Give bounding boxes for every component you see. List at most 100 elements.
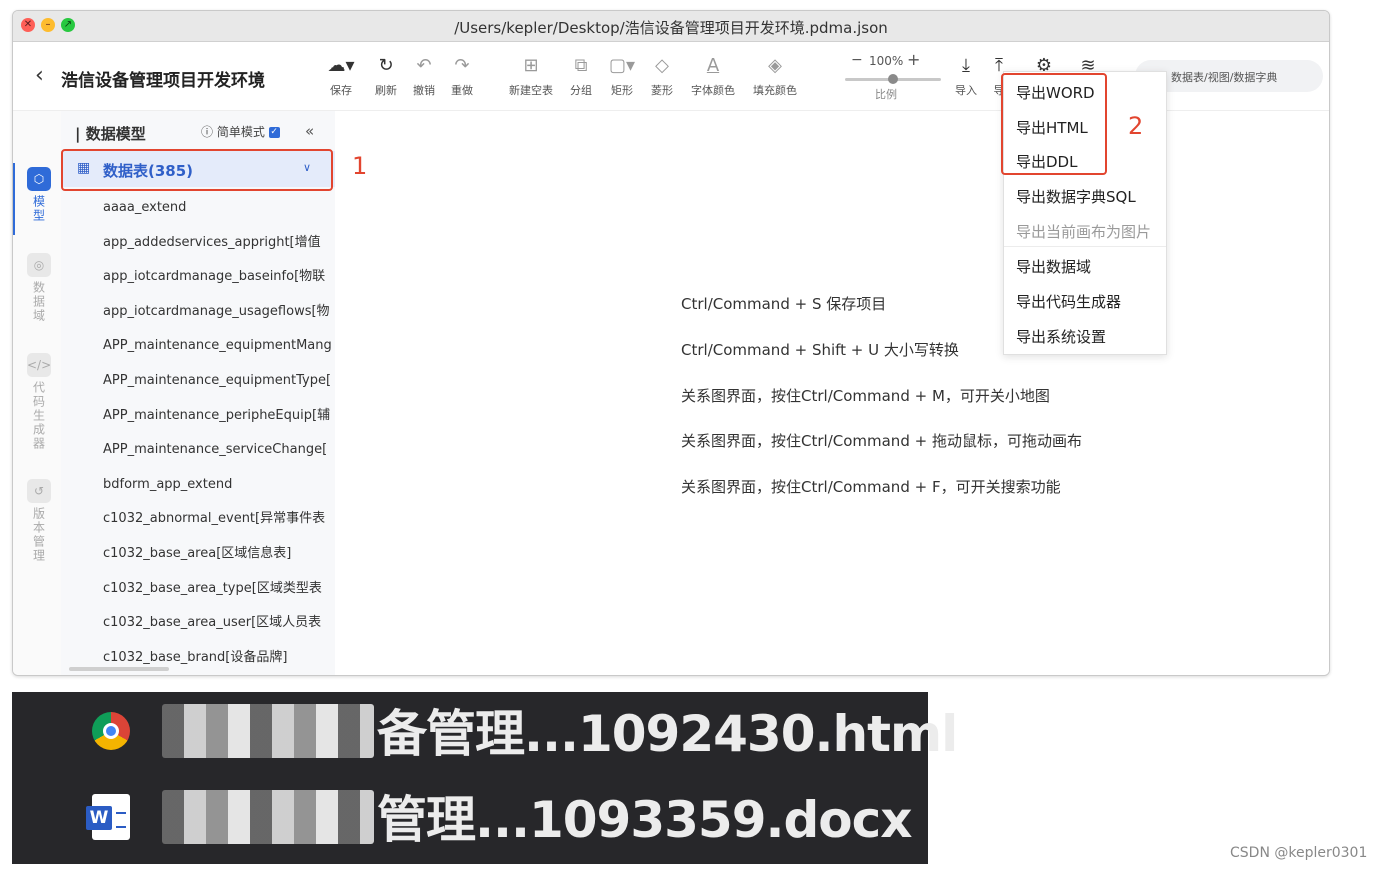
shortcut-tip: Ctrl/Command + S 保存项目: [681, 295, 887, 313]
group-label: 分组: [570, 84, 592, 97]
save-button[interactable]: ☁▾ 保存: [319, 54, 363, 98]
window-title: /Users/kepler/Desktop/浩信设备管理项目开发环境.pdma.…: [454, 19, 888, 37]
zoom-in-button[interactable]: +: [907, 50, 920, 69]
diamond-icon: ◇: [655, 55, 669, 76]
watermark-credit: CSDN @kepler0301: [1230, 845, 1368, 861]
download-filename: 管理...1093359.docx: [377, 791, 913, 849]
table-list-item[interactable]: c1032_abnormal_event[异常事件表: [103, 502, 335, 537]
code-icon: </>: [27, 353, 51, 377]
project-name: 浩信设备管理项目开发环境: [61, 71, 265, 91]
menu-item-export-domain[interactable]: 导出数据域: [1016, 256, 1091, 277]
rectangle-icon: ▢▾: [608, 55, 636, 76]
info-icon: ⓘ: [201, 125, 214, 139]
collapse-sidebar-icon[interactable]: «: [305, 122, 314, 140]
zoom-label: 比例: [875, 88, 897, 101]
save-label: 保存: [330, 84, 352, 97]
font-color-icon: A: [706, 55, 720, 76]
refresh-icon: ↻: [378, 55, 394, 76]
fill-color-icon: ◈: [768, 55, 782, 76]
blurred-filename-part: [162, 704, 374, 758]
word-lines: [116, 812, 126, 828]
table-list-item[interactable]: c1032_base_area_user[区域人员表: [103, 606, 335, 641]
back-icon[interactable]: ‹: [35, 63, 44, 88]
zoom-slider-handle[interactable]: [888, 74, 898, 84]
shortcut-tip: Ctrl/Command + Shift + U 大小写转换: [681, 341, 959, 359]
table-list-item[interactable]: app_iotcardmanage_baseinfo[物联: [103, 260, 335, 295]
rail-item-codegen[interactable]: </> 代码生成器: [27, 353, 51, 451]
font-color-label: 字体颜色: [691, 84, 735, 97]
menu-item-export-dict-sql[interactable]: 导出数据字典SQL: [1016, 186, 1136, 207]
undo-icon: ↶: [416, 55, 432, 76]
title-bar: ✕ – ↗ /Users/kepler/Desktop/浩信设备管理项目开发环境…: [13, 11, 1329, 42]
table-list-item[interactable]: c1032_base_area_type[区域类型表: [103, 572, 335, 607]
rectangle-button[interactable]: ▢▾ 矩形: [603, 54, 641, 98]
cube-icon: ⬡: [27, 167, 51, 191]
download-item-html[interactable]: 备管理...1092430.html: [12, 692, 958, 772]
zoom-control: − 100% + 比例: [831, 50, 941, 102]
model-sidebar: | 数据模型 ⓘ 简单模式 ✓ « ▦ 数据表(385) ∨ aaaa_exte…: [61, 111, 335, 675]
undo-label: 撤销: [413, 84, 435, 97]
font-color-button[interactable]: A 字体颜色: [685, 54, 741, 98]
history-icon: ↺: [27, 479, 51, 503]
left-rail: ⬡ 模型 ◎ 数据域 </> 代码生成器 ↺ 版本管理: [13, 111, 61, 675]
word-icon: W: [86, 794, 130, 840]
table-list-item[interactable]: APP_maintenance_peripheEquip[辅: [103, 399, 335, 434]
redo-button[interactable]: ↷ 重做: [445, 54, 479, 98]
rail-label-version: 版本管理: [31, 507, 46, 563]
new-table-button[interactable]: ⊞ 新建空表: [503, 54, 559, 98]
rectangle-label: 矩形: [611, 84, 633, 97]
annotation-number-1: 1: [352, 152, 368, 180]
zoom-out-button[interactable]: −: [851, 52, 863, 68]
diamond-label: 菱形: [651, 84, 673, 97]
zoom-slider[interactable]: [845, 74, 941, 84]
diagram-canvas[interactable]: Ctrl/Command + S 保存项目 Ctrl/Command + Shi…: [335, 111, 1329, 675]
table-list-item[interactable]: bdform_app_extend: [103, 468, 335, 503]
import-icon: ⤓: [962, 55, 970, 76]
chrome-icon-center: [103, 723, 119, 739]
group-button[interactable]: ⧉ 分组: [565, 54, 597, 98]
downloads-bar: 备管理...1092430.html W 管理...1093359.docx: [12, 692, 958, 864]
refresh-button[interactable]: ↻ 刷新: [369, 54, 403, 98]
rail-item-version[interactable]: ↺ 版本管理: [27, 479, 51, 563]
menu-item-export-codegen[interactable]: 导出代码生成器: [1016, 291, 1121, 312]
shortcut-tip: 关系图界面，按住Ctrl/Command + F，可开关搜索功能: [681, 478, 1061, 496]
new-table-label: 新建空表: [509, 84, 553, 97]
diamond-button[interactable]: ◇ 菱形: [645, 54, 679, 98]
table-list-item[interactable]: aaaa_extend: [103, 191, 335, 226]
simple-mode-checkbox[interactable]: ✓: [268, 127, 280, 138]
table-list-item[interactable]: c1032_base_area[区域信息表]: [103, 537, 335, 572]
table-list-item[interactable]: APP_maintenance_serviceChange[: [103, 433, 335, 468]
chrome-icon: [92, 712, 130, 750]
import-button[interactable]: ⤓ 导入: [951, 54, 981, 98]
table-list-item[interactable]: app_addedservices_appright[增值: [103, 226, 335, 261]
download-item-docx[interactable]: W 管理...1093359.docx: [12, 778, 928, 858]
fill-color-label: 填充颜色: [753, 84, 797, 97]
refresh-label: 刷新: [375, 84, 397, 97]
rail-item-model[interactable]: ⬡ 模型: [27, 167, 51, 223]
menu-item-export-settings[interactable]: 导出系统设置: [1016, 326, 1106, 347]
table-list-item[interactable]: APP_maintenance_equipmentMang: [103, 329, 335, 364]
annotation-number-2: 2: [1128, 112, 1144, 140]
group-icon: ⧉: [574, 55, 588, 76]
search-placeholder: 数据表/视图/数据字典: [1171, 71, 1278, 84]
shortcut-tip: 关系图界面，按住Ctrl/Command + M，可开关小地图: [681, 387, 1050, 405]
blurred-filename-part: [162, 790, 374, 844]
table-list-item[interactable]: app_iotcardmanage_usageflows[物: [103, 295, 335, 330]
redo-label: 重做: [451, 84, 473, 97]
table-list-item[interactable]: APP_maintenance_equipmentType[: [103, 364, 335, 399]
app-window: ✕ – ↗ /Users/kepler/Desktop/浩信设备管理项目开发环境…: [12, 10, 1330, 676]
undo-button[interactable]: ↶ 撤销: [407, 54, 441, 98]
fill-color-button[interactable]: ◈ 填充颜色: [747, 54, 803, 98]
annotation-box-2: [1001, 73, 1107, 175]
import-label: 导入: [955, 84, 977, 97]
menu-item-export-canvas-image[interactable]: 导出当前画布为图片: [1016, 221, 1151, 242]
annotation-box-1: [61, 149, 333, 191]
sidebar-scrollbar[interactable]: [69, 667, 169, 671]
simple-mode-toggle[interactable]: ⓘ 简单模式 ✓: [201, 123, 280, 140]
zoom-value: 100%: [869, 54, 904, 68]
rail-label-codegen: 代码生成器: [31, 381, 46, 451]
rail-active-indicator: [13, 163, 15, 235]
simple-mode-label: 简单模式: [216, 125, 265, 139]
rail-item-domain[interactable]: ◎ 数据域: [27, 253, 51, 323]
download-filename: 备管理...1092430.html: [377, 705, 958, 763]
